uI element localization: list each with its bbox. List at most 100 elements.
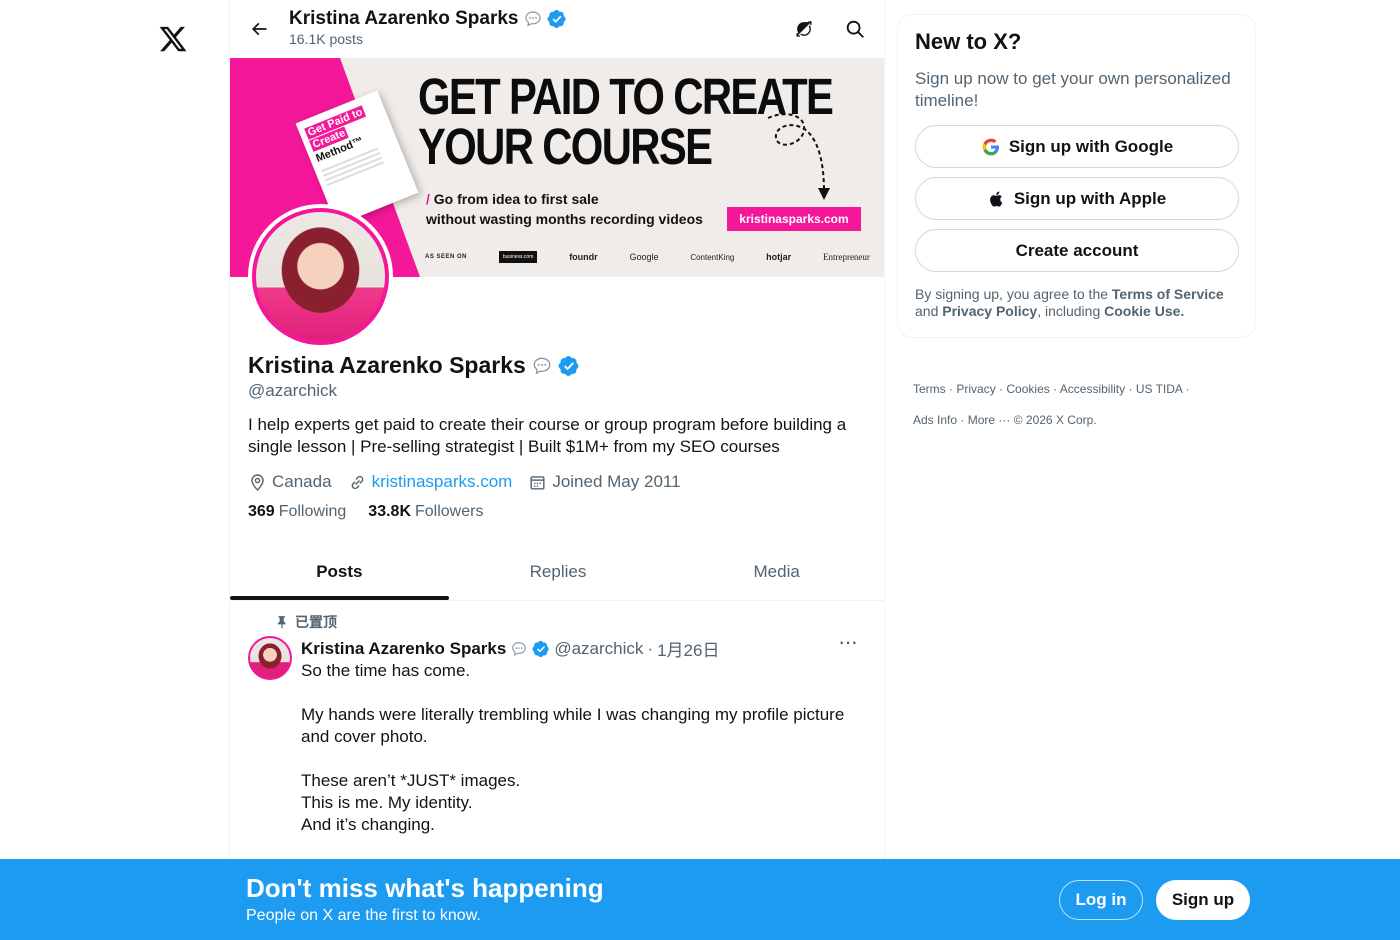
tweet-line-6: And it’s changing. bbox=[301, 815, 435, 834]
tab-media[interactable]: Media bbox=[667, 543, 884, 600]
pinned-label: 已置顶 bbox=[295, 614, 337, 630]
followers-link[interactable]: 33.8K Followers bbox=[368, 503, 483, 521]
footer-more[interactable]: More ··· bbox=[968, 413, 1011, 427]
profile-bio: I help experts get paid to create their … bbox=[248, 414, 868, 458]
location-pin-icon bbox=[251, 473, 264, 491]
location-item: Canada bbox=[248, 472, 332, 492]
logo-entrepreneur: Entrepreneur bbox=[822, 252, 870, 262]
footer-copyright: © 2026 X Corp. bbox=[1013, 413, 1097, 427]
legal-prefix: By signing up, you agree to the bbox=[915, 286, 1109, 302]
verified-badge-icon bbox=[547, 10, 566, 28]
logo-foundr: foundr bbox=[569, 252, 598, 262]
signup-subtitle-line-1: Sign up now to get your own personalized bbox=[915, 69, 1231, 88]
footer-sep: · bbox=[1128, 382, 1133, 396]
topbar-post-count: 16.1K posts bbox=[289, 31, 363, 47]
terms-link[interactable]: Terms of Service bbox=[1112, 286, 1224, 302]
footer-ads-info[interactable]: Ads Info bbox=[913, 413, 957, 427]
footer-links: Terms · Privacy · Cookies · Accessibilit… bbox=[913, 374, 1213, 436]
followers-label: Followers bbox=[415, 503, 484, 520]
bottom-signup-bar: Don't miss what's happening People on X … bbox=[0, 859, 1400, 940]
profile-tabs: Posts Replies Media bbox=[230, 543, 884, 601]
profile-info: Kristina Azarenko Sparks @azarchick I he… bbox=[248, 352, 868, 521]
google-button-label: Sign up with Google bbox=[1008, 136, 1174, 156]
logo-hotjar: hotjar bbox=[766, 252, 792, 262]
footer-sep: · bbox=[960, 413, 965, 427]
signup-apple-button[interactable]: Sign up with Apple bbox=[915, 177, 1239, 220]
footer-cookies[interactable]: Cookies bbox=[1006, 382, 1049, 396]
verified-badge-icon[interactable] bbox=[558, 355, 580, 377]
website-link[interactable]: kristinasparks.com bbox=[372, 472, 513, 492]
footer-us-tida[interactable]: US TIDA bbox=[1136, 382, 1182, 396]
footer-sep: · bbox=[1185, 382, 1190, 396]
signup-legal-text: By signing up, you agree to the Terms of… bbox=[915, 286, 1238, 320]
refresh-button[interactable] bbox=[791, 16, 817, 42]
footer-terms[interactable]: Terms bbox=[913, 382, 946, 396]
profile-meta: Canada kristinasparks.com Joined May 201… bbox=[248, 472, 868, 492]
banner-url-tag: kristinasparks.com bbox=[727, 207, 861, 231]
profile-name: Kristina Azarenko Sparks bbox=[248, 352, 526, 378]
back-button[interactable] bbox=[244, 14, 274, 44]
login-button[interactable]: Log in bbox=[1059, 880, 1143, 920]
profile-handle: @azarchick bbox=[248, 381, 338, 400]
chat-bubble-icon bbox=[524, 11, 541, 27]
legal-and: and bbox=[915, 303, 939, 319]
refresh-icon bbox=[796, 20, 812, 37]
signup-google-button[interactable]: Sign up with Google bbox=[915, 125, 1239, 168]
left-rail bbox=[0, 0, 229, 940]
footer-sep: · bbox=[949, 382, 954, 396]
create-account-button[interactable]: Create account bbox=[915, 229, 1239, 272]
bottom-bar-subtitle: People on X are the first to know. bbox=[246, 907, 481, 924]
tweet-author-name[interactable]: Kristina Azarenko Sparks bbox=[301, 639, 506, 659]
privacy-link[interactable]: Privacy Policy bbox=[942, 303, 1037, 319]
profile-avatar[interactable] bbox=[248, 204, 393, 349]
more-options-icon[interactable]: ··· bbox=[836, 632, 862, 656]
logo-google: Google bbox=[629, 252, 659, 262]
avatar-photo bbox=[252, 208, 389, 345]
pin-icon bbox=[277, 616, 286, 629]
dashed-arrow-icon bbox=[767, 113, 830, 200]
tweet-header: Kristina Azarenko Sparks @azarchick · 1月… bbox=[301, 636, 719, 661]
tweet-avatar[interactable] bbox=[248, 636, 292, 680]
joined-text: Joined May 2011 bbox=[552, 472, 681, 491]
signup-card-title: New to X? bbox=[915, 29, 1022, 54]
banner-sub-line-2: without wasting months recording videos bbox=[426, 211, 703, 227]
following-label: Following bbox=[278, 503, 347, 520]
tab-posts[interactable]: Posts bbox=[230, 543, 449, 600]
signup-card-subtitle: Sign up now to get your own personalized… bbox=[915, 68, 1238, 112]
profile-topbar: Kristina Azarenko Sparks 16.1K posts bbox=[230, 0, 884, 58]
tweet-separator: · bbox=[647, 638, 654, 658]
tweet-date[interactable]: 1月26日 bbox=[657, 636, 719, 661]
website-item: kristinasparks.com bbox=[348, 472, 513, 492]
tab-replies[interactable]: Replies bbox=[449, 543, 668, 600]
calendar-icon bbox=[530, 475, 545, 490]
footer-sep: · bbox=[1053, 382, 1058, 396]
tweet-line-2: My hands were literally trembling while … bbox=[301, 705, 845, 724]
verified-badge-icon bbox=[532, 640, 550, 657]
following-link[interactable]: 369 Following bbox=[248, 503, 346, 521]
logo-business: business.com bbox=[498, 251, 538, 263]
footer-accessibility[interactable]: Accessibility bbox=[1060, 382, 1125, 396]
banner-slash: / bbox=[426, 191, 430, 207]
as-seen-on-label: AS SEEN ON bbox=[425, 254, 468, 260]
footer-privacy[interactable]: Privacy bbox=[956, 382, 995, 396]
tweet-author-handle[interactable]: @azarchick bbox=[554, 639, 643, 659]
tweet-line-3: and cover photo. bbox=[301, 727, 428, 746]
tweet-line-5: This is me. My identity. bbox=[301, 793, 473, 812]
signup-subtitle-line-2: timeline! bbox=[915, 91, 979, 110]
location-text: Canada bbox=[272, 472, 332, 491]
signup-button[interactable]: Sign up bbox=[1156, 880, 1250, 920]
apple-button-label: Sign up with Apple bbox=[1013, 188, 1167, 208]
banner-logo-strip: AS SEEN ON business.com foundr Google Co… bbox=[425, 251, 870, 263]
followers-count: 33.8K bbox=[368, 503, 411, 520]
x-logo-icon[interactable] bbox=[158, 24, 188, 54]
bio-line-1: I help experts get paid to create their … bbox=[248, 415, 847, 434]
cookie-link[interactable]: Cookie Use. bbox=[1104, 303, 1184, 319]
banner-sub-line-1: Go from idea to first sale bbox=[433, 191, 599, 207]
legal-including: , including bbox=[1037, 303, 1101, 319]
tweet-line-4: These aren’t *JUST* images. bbox=[301, 771, 521, 790]
banner-subtext: / Go from idea to first sale without was… bbox=[426, 189, 703, 229]
follow-stats: 369 Following 33.8K Followers bbox=[248, 503, 868, 521]
joined-item: Joined May 2011 bbox=[528, 472, 681, 492]
footer-sep: · bbox=[999, 382, 1004, 396]
search-button[interactable] bbox=[842, 16, 868, 42]
